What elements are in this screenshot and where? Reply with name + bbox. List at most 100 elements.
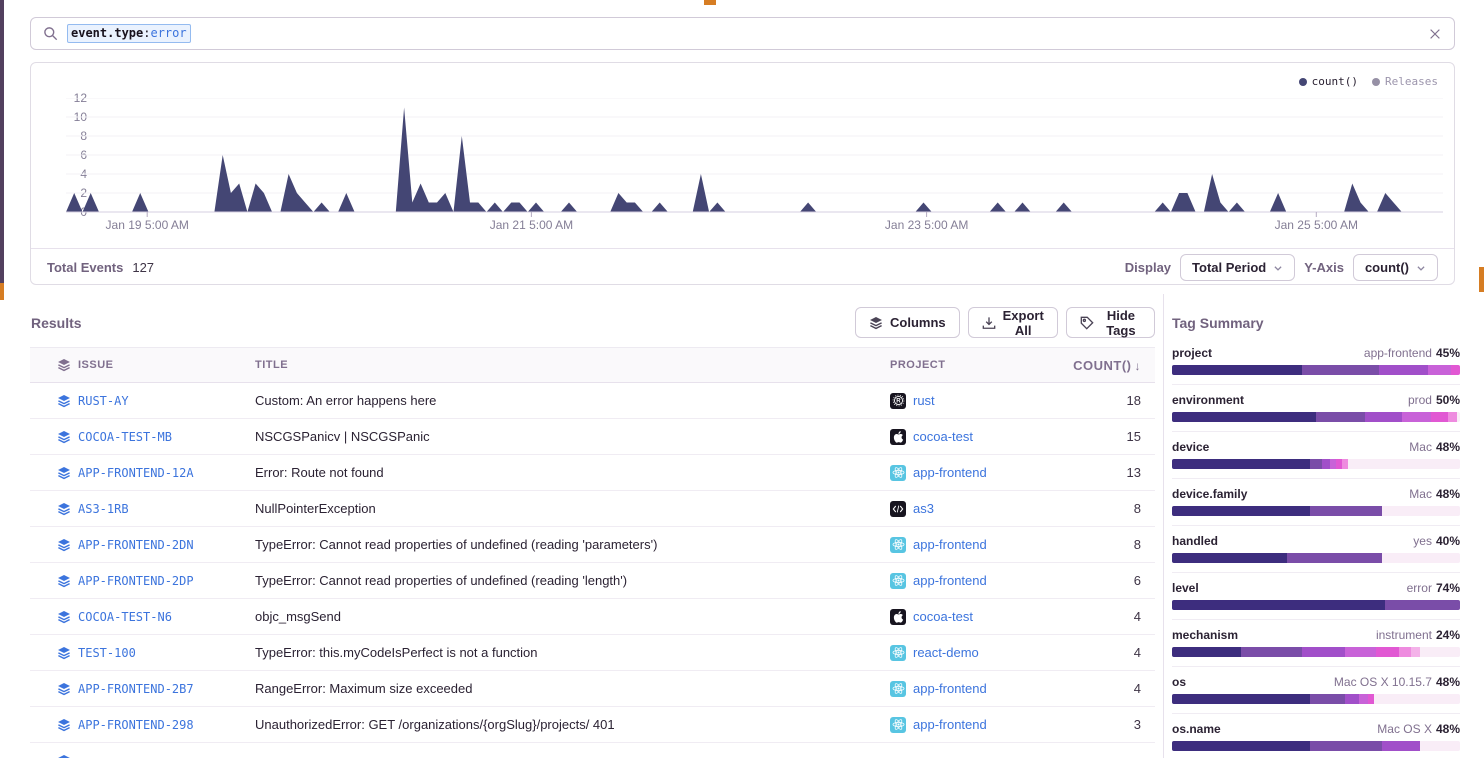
tag-bar-segment[interactable] (1241, 647, 1301, 657)
column-header-issue[interactable]: ISSUE (78, 359, 255, 371)
table-row[interactable] (30, 743, 1155, 758)
tag-bar-segment[interactable] (1172, 647, 1241, 657)
events-area-chart[interactable] (66, 98, 1443, 218)
issue-link[interactable]: COCOA-TEST-MB (78, 430, 255, 444)
tag-summary-title: Tag Summary (1172, 315, 1264, 331)
columns-button[interactable]: Columns (855, 307, 960, 338)
tag-bar-segment[interactable] (1451, 365, 1460, 375)
project-link[interactable]: cocoa-test (890, 429, 1070, 445)
column-header-project[interactable]: PROJECT (890, 359, 1070, 371)
tag-bar-segment[interactable] (1322, 459, 1331, 469)
search-input[interactable]: event.type:error (30, 17, 1455, 50)
tag-top-value: yes40% (1413, 534, 1460, 548)
tag-bar-segment[interactable] (1402, 412, 1431, 422)
tag-distribution-bar[interactable] (1172, 365, 1460, 375)
tag-bar-segment[interactable] (1172, 600, 1385, 610)
legend-item[interactable]: Releases (1372, 75, 1438, 88)
tag-bar-segment[interactable] (1411, 647, 1420, 657)
clear-search-icon[interactable] (1428, 27, 1442, 41)
tag-bar-segment[interactable] (1172, 459, 1310, 469)
tag-distribution-bar[interactable] (1172, 506, 1460, 516)
table-row[interactable]: APP-FRONTEND-2DPTypeError: Cannot read p… (30, 563, 1155, 599)
issue-link[interactable]: AS3-1RB (78, 502, 255, 516)
tag-bar-segment[interactable] (1345, 694, 1359, 704)
issue-link[interactable]: RUST-AY (78, 394, 255, 408)
tag-bar-segment[interactable] (1310, 506, 1382, 516)
issue-link[interactable]: TEST-100 (78, 646, 255, 660)
tag-bar-segment[interactable] (1310, 694, 1345, 704)
table-row[interactable]: COCOA-TEST-N6objc_msgSendcocoa-test4 (30, 599, 1155, 635)
tag-distribution-bar[interactable] (1172, 741, 1460, 751)
tag-bar-segment[interactable] (1448, 412, 1457, 422)
issue-link[interactable]: COCOA-TEST-N6 (78, 610, 255, 624)
search-query-token[interactable]: event.type:error (67, 24, 191, 43)
project-link[interactable]: app-frontend (890, 465, 1070, 481)
column-header-count[interactable]: COUNT()↓ (1070, 358, 1155, 373)
tag-bar-segment[interactable] (1310, 741, 1382, 751)
tag-bar-segment[interactable] (1287, 553, 1382, 563)
tag-bar-segment[interactable] (1379, 365, 1428, 375)
tag-distribution-bar[interactable] (1172, 459, 1460, 469)
tag-bar-segment[interactable] (1172, 365, 1302, 375)
issue-link[interactable]: APP-FRONTEND-12A (78, 466, 255, 480)
tag-bar-segment[interactable] (1302, 647, 1345, 657)
tag-distribution-bar[interactable] (1172, 600, 1460, 610)
tag-bar-segment[interactable] (1428, 365, 1451, 375)
project-link[interactable]: as3 (890, 501, 1070, 517)
project-link[interactable]: Rrust (890, 393, 1070, 409)
tag-bar-segment[interactable] (1376, 647, 1399, 657)
tag-bar-segment[interactable] (1172, 694, 1310, 704)
tag-bar-segment[interactable] (1316, 412, 1365, 422)
table-row[interactable]: APP-FRONTEND-2DNTypeError: Cannot read p… (30, 527, 1155, 563)
tag-bar-segment[interactable] (1302, 365, 1380, 375)
project-link[interactable]: app-frontend (890, 537, 1070, 553)
project-link[interactable]: app-frontend (890, 681, 1070, 697)
table-row[interactable]: APP-FRONTEND-298UnauthorizedError: GET /… (30, 707, 1155, 743)
project-link[interactable]: react-demo (890, 645, 1070, 661)
table-row[interactable]: RUST-AYCustom: An error happens hereRrus… (30, 383, 1155, 419)
tag-bar-segment[interactable] (1310, 459, 1322, 469)
table-row[interactable]: AS3-1RBNullPointerExceptionas38 (30, 491, 1155, 527)
tag-distribution-bar[interactable] (1172, 412, 1460, 422)
table-row[interactable]: COCOA-TEST-MBNSCGSPanicv | NSCGSPaniccoc… (30, 419, 1155, 455)
tag-bar-segment[interactable] (1172, 412, 1316, 422)
tag-summary-row: handledyes40% (1172, 525, 1460, 572)
project-name: cocoa-test (913, 429, 973, 444)
tag-top-value: prod50% (1408, 393, 1460, 407)
tag-bar-segment[interactable] (1172, 506, 1310, 516)
tag-distribution-bar[interactable] (1172, 694, 1460, 704)
project-link[interactable]: app-frontend (890, 717, 1070, 733)
tag-bar-segment[interactable] (1431, 412, 1448, 422)
issue-link[interactable]: APP-FRONTEND-2B7 (78, 682, 255, 696)
tag-bar-segment[interactable] (1399, 647, 1411, 657)
legend-item[interactable]: count() (1299, 75, 1358, 88)
tag-bar-segment[interactable] (1382, 741, 1419, 751)
tag-bar-remainder (1457, 412, 1460, 422)
tag-summary-row: mechanisminstrument24% (1172, 619, 1460, 666)
table-row[interactable]: APP-FRONTEND-2B7RangeError: Maximum size… (30, 671, 1155, 707)
issue-link[interactable]: APP-FRONTEND-2DP (78, 574, 255, 588)
yaxis-dropdown[interactable]: count() (1353, 254, 1438, 281)
project-link[interactable]: app-frontend (890, 573, 1070, 589)
project-link[interactable]: cocoa-test (890, 609, 1070, 625)
tag-bar-segment[interactable] (1172, 741, 1310, 751)
issue-stack-icon (30, 718, 78, 732)
tag-bar-segment[interactable] (1359, 694, 1368, 704)
tag-bar-segment[interactable] (1385, 600, 1460, 610)
issue-link[interactable]: APP-FRONTEND-298 (78, 718, 255, 732)
tag-bar-segment[interactable] (1172, 553, 1287, 563)
tag-distribution-bar[interactable] (1172, 553, 1460, 563)
display-dropdown[interactable]: Total Period (1180, 254, 1295, 281)
tag-bar-segment[interactable] (1345, 647, 1377, 657)
issue-link[interactable]: APP-FRONTEND-2DN (78, 538, 255, 552)
hide-tags-button[interactable]: Hide Tags (1066, 307, 1155, 338)
tag-summary-row: deviceMac48% (1172, 431, 1460, 478)
column-header-title[interactable]: TITLE (255, 359, 890, 371)
export-all-button[interactable]: Export All (968, 307, 1058, 338)
table-row[interactable]: TEST-100TypeError: this.myCodeIsPerfect … (30, 635, 1155, 671)
tag-row-header: levelerror74% (1172, 581, 1460, 595)
table-row[interactable]: APP-FRONTEND-12AError: Route not foundap… (30, 455, 1155, 491)
tag-distribution-bar[interactable] (1172, 647, 1460, 657)
tag-bar-segment[interactable] (1365, 412, 1402, 422)
tag-top-percent: 50% (1436, 393, 1460, 407)
